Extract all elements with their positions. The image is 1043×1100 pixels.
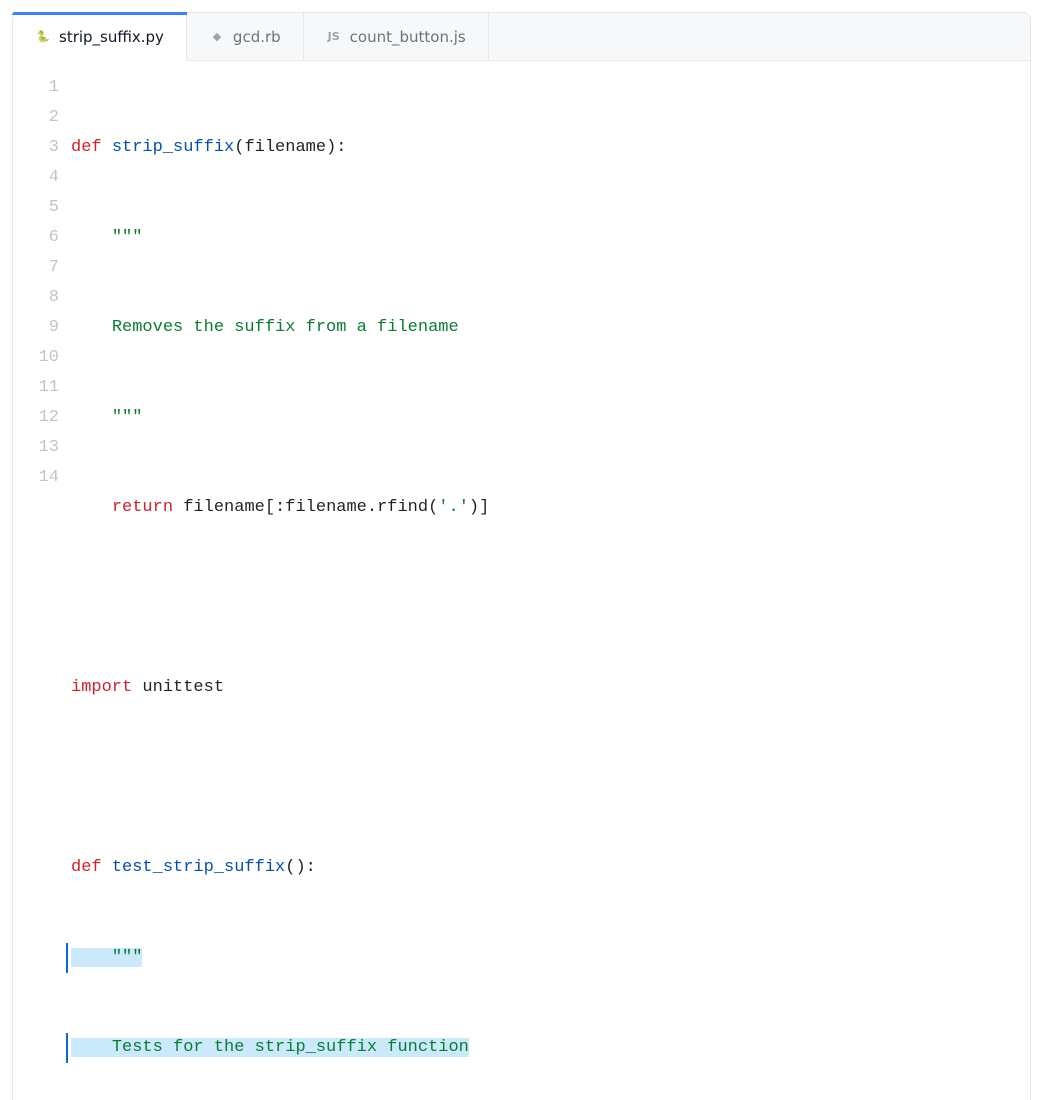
code-line-selected: Tests for the strip_suffix function <box>71 1033 1030 1063</box>
tab-strip-suffix-py[interactable]: 🐍 strip_suffix.py <box>13 13 187 61</box>
code-content[interactable]: def strip_suffix(filename): """ Removes … <box>71 73 1030 1100</box>
python-icon: 🐍 <box>35 29 51 45</box>
line-number: 13 <box>13 433 59 463</box>
code-line: """ <box>71 223 1030 253</box>
line-number: 3 <box>13 133 59 163</box>
line-number: 2 <box>13 103 59 133</box>
code-line: def strip_suffix(filename): <box>71 133 1030 163</box>
tab-count-button-js[interactable]: JS count_button.js <box>304 13 489 60</box>
tab-label: count_button.js <box>350 28 466 46</box>
line-number: 9 <box>13 313 59 343</box>
line-number: 11 <box>13 373 59 403</box>
tab-label: strip_suffix.py <box>59 28 164 46</box>
ruby-icon: ◆ <box>209 29 225 45</box>
tab-label: gcd.rb <box>233 28 281 46</box>
code-line <box>71 583 1030 613</box>
line-gutter: 1 2 3 4 5 6 7 8 9 10 11 12 13 14 <box>13 73 71 1100</box>
code-line: Removes the suffix from a filename <box>71 313 1030 343</box>
js-icon: JS <box>326 29 342 45</box>
code-line: def test_strip_suffix(): <box>71 853 1030 883</box>
line-number: 14 <box>13 463 59 493</box>
tab-gcd-rb[interactable]: ◆ gcd.rb <box>187 13 304 60</box>
code-line-selected: """ <box>71 943 1030 973</box>
line-number: 1 <box>13 73 59 103</box>
code-line: import unittest <box>71 673 1030 703</box>
code-line <box>71 763 1030 793</box>
tab-bar: 🐍 strip_suffix.py ◆ gcd.rb JS count_butt… <box>13 13 1030 61</box>
line-number: 4 <box>13 163 59 193</box>
code-line: return filename[:filename.rfind('.')] <box>71 493 1030 523</box>
line-number: 5 <box>13 193 59 223</box>
code-line: """ <box>71 403 1030 433</box>
editor-frame: 🐍 strip_suffix.py ◆ gcd.rb JS count_butt… <box>12 12 1031 1100</box>
code-area[interactable]: 1 2 3 4 5 6 7 8 9 10 11 12 13 14 def str… <box>13 61 1030 1100</box>
line-number: 12 <box>13 403 59 433</box>
line-number: 7 <box>13 253 59 283</box>
line-number: 6 <box>13 223 59 253</box>
line-number: 10 <box>13 343 59 373</box>
line-number: 8 <box>13 283 59 313</box>
